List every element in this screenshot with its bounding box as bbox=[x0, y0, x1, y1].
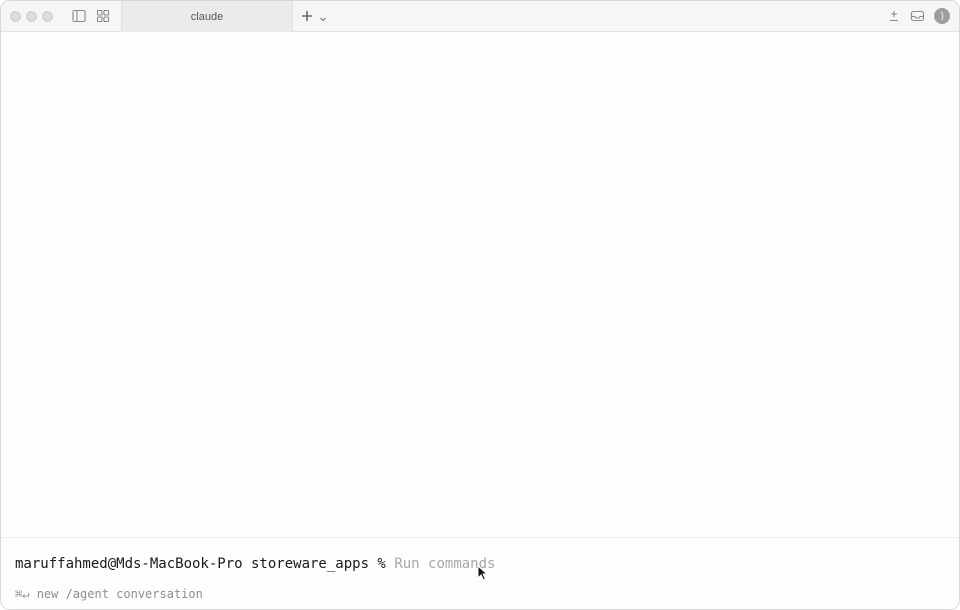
prompt-text: maruffahmed@Mds-MacBook-Pro storeware_ap… bbox=[15, 556, 386, 572]
terminal-window: claude maruffahmed@Mds-MacBook-Pro store… bbox=[0, 0, 960, 610]
avatar[interactable] bbox=[934, 8, 950, 24]
prompt-line[interactable]: maruffahmed@Mds-MacBook-Pro storeware_ap… bbox=[15, 556, 495, 572]
sidebar-toggle-icon[interactable] bbox=[72, 9, 86, 23]
shortcut-keys: ⌘↵ bbox=[15, 587, 30, 601]
agent-hint: ⌘↵ new /agent conversation bbox=[15, 587, 203, 601]
plus-minus-icon[interactable] bbox=[887, 9, 901, 23]
plus-icon[interactable] bbox=[300, 9, 314, 23]
tab-claude[interactable]: claude bbox=[121, 1, 293, 32]
inbox-icon[interactable] bbox=[910, 9, 925, 23]
tab-label: claude bbox=[190, 10, 224, 23]
hint-text: new /agent conversation bbox=[36, 587, 203, 601]
minimize-window-button[interactable] bbox=[26, 11, 37, 22]
terminal-output-area bbox=[1, 32, 959, 537]
mouse-pointer-icon bbox=[477, 564, 489, 581]
title-bar: claude bbox=[1, 1, 959, 32]
maximize-window-button[interactable] bbox=[42, 11, 53, 22]
grid-icon[interactable] bbox=[96, 9, 110, 23]
chevron-down-icon[interactable] bbox=[318, 11, 328, 22]
close-window-button[interactable] bbox=[10, 11, 21, 22]
